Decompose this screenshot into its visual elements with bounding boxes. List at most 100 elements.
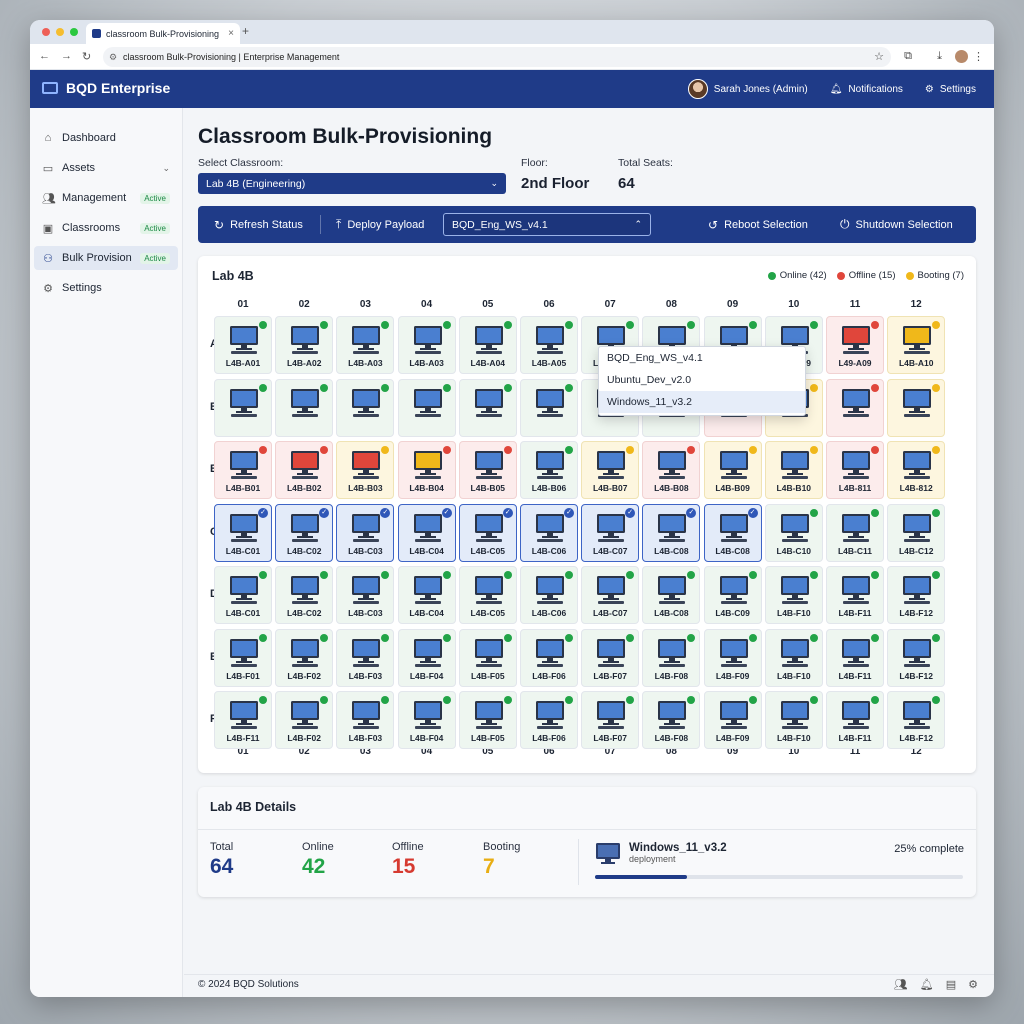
seat-tile[interactable]: L4B-C08 ✓ <box>703 503 762 562</box>
seat-tile[interactable]: L4B-F01 <box>214 628 272 687</box>
tab-close-icon[interactable]: × <box>228 28 240 39</box>
new-tab-button[interactable]: + <box>242 24 249 38</box>
chevron-down-icon[interactable]: ⌄ <box>162 163 170 174</box>
back-icon[interactable]: ← <box>39 50 50 62</box>
seat-tile[interactable]: L4B-C01 <box>214 566 272 624</box>
seat-tile[interactable] <box>275 378 334 437</box>
seat-tile[interactable] <box>887 378 946 437</box>
seat-tile[interactable] <box>336 378 395 437</box>
seat-tile[interactable]: L4B-C02 <box>275 566 334 624</box>
seat-tile[interactable]: L4B-F11 <box>214 691 272 749</box>
seat-tile[interactable] <box>458 378 517 437</box>
seat-tile[interactable]: L4B-A10 <box>887 316 946 374</box>
users-icon[interactable]: 👥︎ <box>894 978 908 991</box>
sidebar-item-classrooms[interactable]: ▣ Classrooms Active <box>34 216 178 240</box>
seat-tile[interactable]: L4B-F04 <box>397 691 456 749</box>
seat-tile[interactable]: L4B-F07 <box>581 691 640 749</box>
seat-tile[interactable]: L4B-C08 ✓ <box>642 503 701 562</box>
shutdown-selection-button[interactable]: ⏻ Shutdown Selection <box>840 206 953 243</box>
seat-tile[interactable]: L4B-F12 <box>887 566 946 624</box>
minimize-window-button[interactable] <box>56 28 64 36</box>
seat-tile[interactable] <box>826 378 884 437</box>
sidebar-item-settings[interactable]: ⚙ Settings <box>34 276 178 300</box>
seat-tile[interactable]: L4B-C02 ✓ <box>275 503 334 562</box>
site-info-icon[interactable]: ⚙ <box>109 52 117 63</box>
seat-tile[interactable]: L4B-811 <box>826 441 884 499</box>
seat-tile[interactable]: L4B-B01 <box>214 441 272 499</box>
seat-tile[interactable]: L4B-F05 <box>458 628 517 687</box>
sidebar-item-assets[interactable]: ▭ Assets ⌄ <box>34 156 178 180</box>
seat-tile[interactable]: L4B-F08 <box>642 628 701 687</box>
selected-check-icon[interactable]: ✓ <box>319 507 330 518</box>
extensions-icon[interactable]: ⧉ <box>904 50 912 63</box>
seat-tile[interactable]: L4B-B04 <box>397 441 456 499</box>
seat-tile[interactable]: L4B-C08 <box>642 566 701 624</box>
seat-tile[interactable]: L4B-F10 <box>764 628 823 687</box>
document-icon[interactable]: ▤ <box>946 978 956 991</box>
classroom-select[interactable]: Lab 4B (Engineering) ⌄ <box>198 173 506 194</box>
seat-tile[interactable]: L4B-B03 <box>336 441 395 499</box>
settings-button[interactable]: ⚙ Settings <box>925 84 976 95</box>
seat-tile[interactable]: L4B-B02 <box>275 441 334 499</box>
selected-check-icon[interactable]: ✓ <box>564 507 574 518</box>
seat-tile[interactable]: L4B-C06 <box>520 566 578 624</box>
selected-check-icon[interactable]: ✓ <box>625 507 636 518</box>
seat-tile[interactable]: L4B-B06 <box>520 441 578 499</box>
seat-tile[interactable]: L4B-F02 <box>275 628 334 687</box>
seat-tile[interactable]: L4B-C07 ✓ <box>581 503 640 562</box>
url-field[interactable]: ⚙ classroom Bulk-Provisioning | Enterpri… <box>103 47 891 67</box>
seat-tile[interactable]: L4B-C04 ✓ <box>397 503 456 562</box>
seat-tile[interactable]: L4B-C12 <box>887 503 946 562</box>
bell-icon[interactable]: 🔔︎ <box>920 978 934 991</box>
download-icon[interactable]: ⤓ <box>937 50 942 63</box>
bookmark-star-icon[interactable]: ☆ <box>874 50 884 63</box>
seat-tile[interactable]: L4B-A03 <box>397 316 456 374</box>
seat-tile[interactable] <box>397 378 456 437</box>
seat-tile[interactable]: L4B-C11 <box>826 503 884 562</box>
payload-option[interactable]: Ubuntu_Dev_v2.0 <box>599 369 805 391</box>
seat-tile[interactable]: L4B-B10 <box>764 441 823 499</box>
seat-tile[interactable]: L4B-A05 <box>520 316 578 374</box>
seat-tile[interactable]: L4B-F03 <box>336 628 395 687</box>
seat-tile[interactable]: L4B-F08 <box>642 691 701 749</box>
selected-check-icon[interactable]: ✓ <box>686 507 697 518</box>
seat-tile[interactable]: L4B-F09 <box>703 691 762 749</box>
seat-tile[interactable]: L4B-A01 <box>214 316 272 374</box>
sidebar-item-management[interactable]: 👥︎ Management Active <box>34 186 178 210</box>
seat-tile[interactable]: L4B-F10 <box>764 566 823 624</box>
selected-check-icon[interactable]: ✓ <box>380 507 391 518</box>
seat-tile[interactable]: L4B-F11 <box>826 566 884 624</box>
seat-tile[interactable]: L4B-F10 <box>764 691 823 749</box>
seat-tile[interactable] <box>214 378 272 437</box>
notifications-button[interactable]: 🔔︎ Notifications <box>830 84 903 95</box>
sidebar-item-dashboard[interactable]: ⌂ Dashboard <box>34 126 178 150</box>
seat-tile[interactable]: L4B-812 <box>887 441 946 499</box>
deploy-payload-button[interactable]: ⤒ Deploy Payload <box>336 206 424 243</box>
selected-check-icon[interactable]: ✓ <box>258 507 268 518</box>
seat-tile[interactable]: L4B-F06 <box>520 691 578 749</box>
seat-tile[interactable]: L4B-C05 <box>458 566 517 624</box>
reload-icon[interactable]: ↻ <box>82 50 91 63</box>
seat-tile[interactable]: L4B-C10 <box>764 503 823 562</box>
browser-profile-avatar[interactable] <box>955 50 968 63</box>
close-window-button[interactable] <box>42 28 50 36</box>
forward-icon[interactable]: → <box>61 50 72 62</box>
seat-tile[interactable]: L4B-C01 ✓ <box>214 503 272 562</box>
seat-tile[interactable]: L4B-F12 <box>887 691 946 749</box>
seat-tile[interactable]: L4B-F11 <box>826 691 884 749</box>
seat-tile[interactable]: L4B-F04 <box>397 628 456 687</box>
seat-tile[interactable]: L4B-F03 <box>336 691 395 749</box>
refresh-status-button[interactable]: ↻ Refresh Status <box>214 206 303 243</box>
seat-tile[interactable]: L4B-B05 <box>458 441 517 499</box>
seat-tile[interactable]: L49-A09 <box>826 316 884 374</box>
browser-menu-icon[interactable]: ⋮ <box>973 50 984 63</box>
seat-tile[interactable]: L4B-B09 <box>703 441 762 499</box>
selected-check-icon[interactable]: ✓ <box>441 507 452 518</box>
seat-tile[interactable] <box>520 378 578 437</box>
browser-tab[interactable]: classroom Bulk-Provisioning × <box>86 23 240 44</box>
seat-tile[interactable]: L4B-F12 <box>887 628 946 687</box>
seat-tile[interactable]: L4B-A02 <box>275 316 334 374</box>
payload-option[interactable]: Windows_11_v3.2 <box>599 391 805 413</box>
seat-tile[interactable]: L4B-B08 <box>642 441 701 499</box>
seat-tile[interactable]: L4B-F09 <box>703 628 762 687</box>
